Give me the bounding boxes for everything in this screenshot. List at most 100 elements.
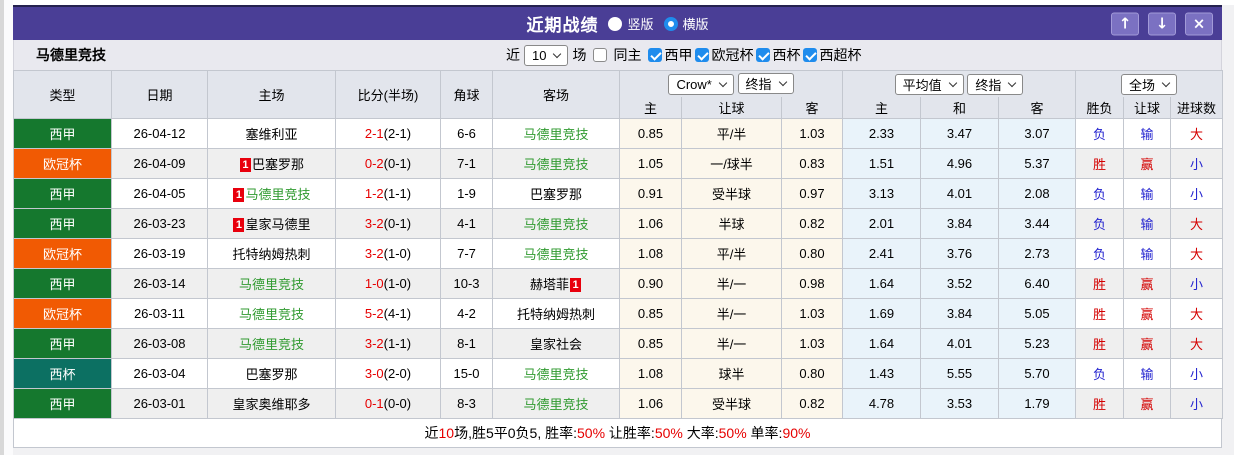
corner-score: 7-1 <box>440 147 493 179</box>
league-filters: 西甲 欧冠杯 西杯 西超杯 <box>645 45 861 65</box>
league-type-badge: 欧冠杯 <box>13 297 112 329</box>
summary-text-segment: 近 <box>424 424 439 441</box>
fulltime-score: 1-0 <box>364 275 384 291</box>
match-date: 26-03-23 <box>111 207 208 239</box>
table-row: 欧冠杯 26-03-19 托特纳姆热刺 3-2(1-0) 7-7 马德里竞技 1… <box>13 237 1224 269</box>
handicap-away-odds: 0.83 <box>781 147 843 179</box>
avg-home-odds: 1.64 <box>842 327 921 359</box>
home-team-cell: 马德里竞技 <box>207 297 336 329</box>
halftime-score: (0-0) <box>383 395 412 411</box>
average-time-select[interactable]: 终指 <box>967 73 1024 95</box>
league-type-badge: 西甲 <box>13 117 112 149</box>
red-card-badge: 1 <box>233 187 245 202</box>
same-home-filter[interactable]: 同主 <box>593 45 641 65</box>
handicap-away-odds: 0.80 <box>781 237 843 269</box>
recent-count-select[interactable]: 10 <box>524 44 569 66</box>
team-name-text: 巴塞罗那 <box>529 186 582 202</box>
average-select[interactable]: 平均值 <box>894 73 964 95</box>
team-name-text: 塞维利亚 <box>245 126 298 142</box>
league-type-badge: 西甲 <box>13 207 112 239</box>
move-up-button[interactable]: ↑ <box>1111 12 1139 35</box>
recent-results-panel: 近期战绩 竖版 横版 ↑ ↓ × 马德里竞技 近 10 场 同主 西甲 欧冠杯 … <box>13 5 1224 448</box>
close-icon: × <box>1192 14 1206 32</box>
table-row: 西甲 26-03-01 皇家奥维耶多 0-1(0-0) 8-3 马德里竞技 1.… <box>13 387 1224 419</box>
handicap-away-odds: 0.80 <box>781 357 843 389</box>
league-filter-label: 西杯 <box>772 47 801 63</box>
match-date: 26-03-08 <box>111 327 208 359</box>
away-team-cell: 马德里竞技 <box>492 237 620 269</box>
handicap-line: 受半球 <box>681 177 782 209</box>
away-team-cell: 巴塞罗那 <box>492 177 620 209</box>
home-team-cell: 1 皇家马德里 <box>207 207 336 239</box>
sub-header-avg-home: 主 <box>842 97 921 119</box>
radio-selected-icon <box>663 16 678 31</box>
handicap-home-odds: 1.06 <box>619 387 682 419</box>
chevron-down-icon <box>778 77 787 87</box>
fulltime-score: 3-2 <box>364 335 384 351</box>
titlebar-center: 近期战绩 竖版 横版 <box>13 11 1222 36</box>
halftime-score: (4-1) <box>383 305 412 321</box>
checkbox-checked-icon <box>695 48 710 62</box>
checkbox-checked-icon <box>648 48 663 62</box>
radio-unselected-icon <box>608 16 623 31</box>
avg-away-odds: 3.44 <box>998 207 1076 239</box>
result-handicap: 输 <box>1123 357 1171 389</box>
match-score: 3-0(2-0) <box>335 357 441 389</box>
league-type-badge: 西甲 <box>13 387 112 419</box>
home-team-cell: 托特纳姆热刺 <box>207 237 336 269</box>
result-goals: 大 <box>1169 237 1224 269</box>
fulltime-score: 0-2 <box>364 155 384 171</box>
fulltime-score: 3-2 <box>364 215 384 231</box>
odds-company-select[interactable]: Crow* <box>668 74 734 95</box>
handicap-away-odds: 1.03 <box>781 117 843 149</box>
avg-draw-odds: 3.52 <box>920 267 999 299</box>
checkbox-checked-icon <box>803 48 818 62</box>
team-name-text: 马德里竞技 <box>523 126 589 142</box>
close-button[interactable]: × <box>1185 12 1213 35</box>
result-goals: 小 <box>1169 267 1224 299</box>
corner-score: 8-3 <box>440 387 493 419</box>
sub-header-odds-home: 主 <box>619 97 682 119</box>
chevron-down-icon <box>1161 78 1171 87</box>
avg-draw-odds: 3.47 <box>920 117 999 149</box>
avg-home-odds: 2.33 <box>842 117 921 149</box>
home-team-cell: 皇家奥维耶多 <box>207 387 336 419</box>
col-header-corner: 角球 <box>440 70 493 118</box>
league-filter-item[interactable]: 西超杯 <box>803 45 861 65</box>
halftime-score: (2-1) <box>383 125 412 141</box>
avg-away-odds: 3.07 <box>998 117 1076 149</box>
result-handicap: 赢 <box>1123 387 1171 419</box>
view-vertical-radio[interactable]: 竖版 <box>608 14 654 33</box>
corner-score: 4-1 <box>440 207 493 239</box>
filter-bar: 马德里竞技 近 10 场 同主 西甲 欧冠杯 西杯 西超杯 <box>13 40 1222 70</box>
avg-draw-odds: 3.76 <box>920 237 999 269</box>
move-down-button[interactable]: ↓ <box>1148 12 1176 35</box>
league-filter-item[interactable]: 西杯 <box>756 45 800 65</box>
recent-count-value: 10 <box>532 47 547 63</box>
table-row: 西甲 26-03-08 马德里竞技 3-2(1-1) 8-1 皇家社会 0.85… <box>13 327 1224 359</box>
summary-text-segment: 50% <box>718 424 747 441</box>
result-handicap: 赢 <box>1123 327 1171 359</box>
team-name: 马德里竞技 <box>36 47 106 63</box>
home-team-cell: 1 巴塞罗那 <box>207 147 336 179</box>
period-select[interactable]: 全场 <box>1121 73 1178 95</box>
result-goals: 大 <box>1169 327 1224 359</box>
avg-away-odds: 1.79 <box>998 387 1076 419</box>
table-row: 西甲 26-04-12 塞维利亚 2-1(2-1) 6-6 马德里竞技 0.85… <box>13 117 1224 149</box>
result-goals: 大 <box>1169 207 1224 239</box>
avg-away-odds: 5.70 <box>998 357 1076 389</box>
league-filter-item[interactable]: 欧冠杯 <box>695 45 753 65</box>
match-date: 26-03-01 <box>111 387 208 419</box>
away-team-cell: 马德里竞技 <box>492 387 620 419</box>
match-score: 5-2(4-1) <box>335 297 441 329</box>
halftime-score: (0-1) <box>383 215 412 231</box>
table-row: 欧冠杯 26-03-11 马德里竞技 5-2(4-1) 4-2 托特纳姆热刺 0… <box>13 297 1224 329</box>
league-filter-item[interactable]: 西甲 <box>648 45 692 65</box>
avg-draw-odds: 3.84 <box>920 207 999 239</box>
handicap-time-select[interactable]: 终指 <box>737 73 794 94</box>
away-team-cell: 马德里竞技 <box>492 117 620 149</box>
league-filter-label: 西甲 <box>664 47 693 63</box>
halftime-score: (1-1) <box>383 335 412 351</box>
handicap-home-odds: 0.90 <box>619 267 682 299</box>
view-horizontal-radio[interactable]: 横版 <box>663 14 709 33</box>
